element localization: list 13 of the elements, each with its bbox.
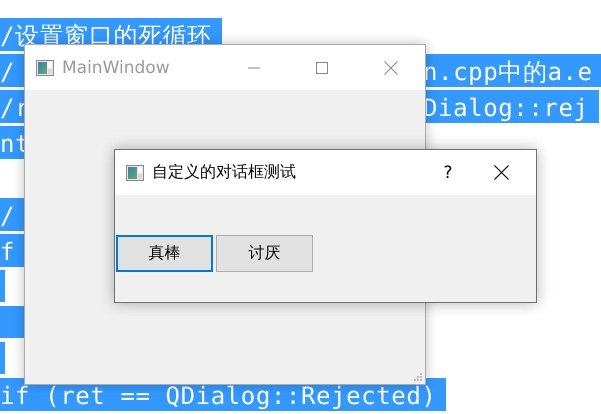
window-title: MainWindow xyxy=(62,58,170,78)
maximize-icon[interactable] xyxy=(316,62,328,74)
dialog-button[interactable]: 真棒 xyxy=(116,235,213,272)
code-text: n.cpp中的a.e xyxy=(423,54,601,87)
dialog-button[interactable]: 讨厌 xyxy=(216,235,313,272)
size-grip-icon[interactable] xyxy=(414,373,423,382)
close-icon[interactable] xyxy=(494,165,509,180)
minimize-icon[interactable] xyxy=(248,66,260,68)
dialog-title: 自定义的对话框测试 xyxy=(152,162,296,183)
help-button[interactable]: ? xyxy=(414,162,482,182)
app-icon xyxy=(36,60,54,76)
app-icon xyxy=(126,164,144,180)
code-text: Dialog::rej xyxy=(423,90,599,123)
